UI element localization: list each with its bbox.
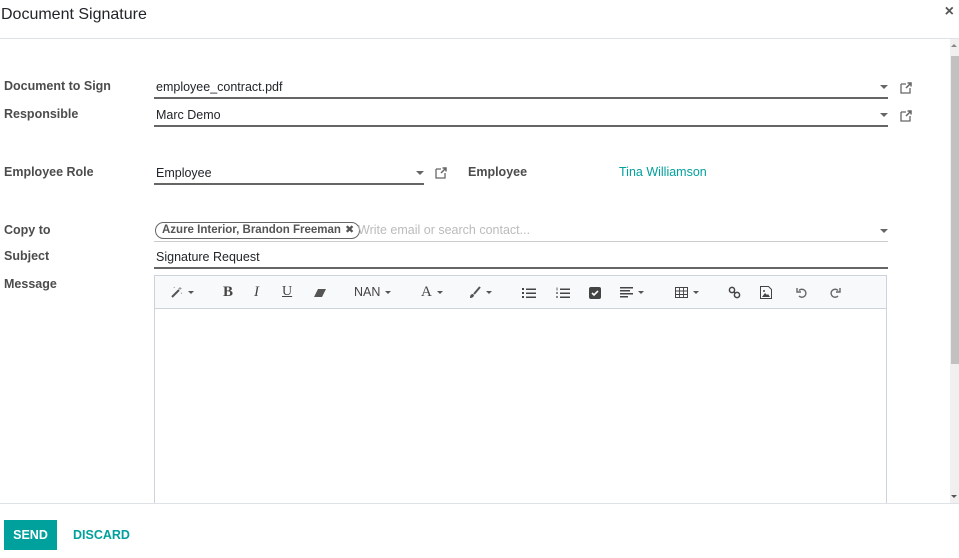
chevron-down-icon[interactable] [880,113,888,117]
list-ul-icon [522,287,536,298]
highlight-dropdown[interactable] [468,284,492,300]
scroll-down-icon[interactable] [951,495,957,498]
external-link-icon[interactable] [434,166,448,180]
message-content[interactable] [155,309,886,503]
close-icon: × [944,3,954,20]
responsible-field[interactable]: Marc Demo [154,105,888,127]
tag-label: Azure Interior, Brandon Freeman [162,224,341,236]
document-to-sign-value: employee_contract.pdf [156,80,283,94]
dialog-header: Document Signature × [0,0,959,39]
document-to-sign-label: Document to Sign [4,79,111,93]
scroll-up-icon[interactable] [951,44,957,47]
redo-button[interactable] [829,284,841,300]
scrollbar-thumb[interactable] [951,56,959,364]
document-to-sign-field[interactable]: employee_contract.pdf [154,77,888,99]
checkbox-icon [589,286,601,299]
send-button[interactable]: SEND [4,520,57,550]
copy-to-tag: Azure Interior, Brandon Freeman ✖ [155,222,361,239]
align-left-icon [620,287,633,298]
list-ol-icon [556,287,570,298]
align-dropdown[interactable] [620,284,644,300]
subject-input[interactable]: Signature Request [154,247,888,269]
italic-button[interactable]: I [254,284,259,300]
chevron-down-icon[interactable] [416,171,424,175]
font-color-dropdown[interactable]: A [421,284,443,300]
image-button[interactable] [760,284,772,300]
image-icon [760,286,772,300]
table-dropdown[interactable] [675,284,699,300]
font-size-dropdown[interactable]: NAN [354,284,392,300]
checklist-button[interactable] [589,284,601,300]
chevron-down-icon[interactable] [880,229,888,233]
redo-icon [830,287,841,298]
eraser-button[interactable] [313,284,327,300]
editor-toolbar: B I U NAN A [155,276,886,309]
dialog-title: Document Signature [1,6,147,23]
scrollbar[interactable] [950,39,959,503]
responsible-label: Responsible [4,107,79,121]
external-link-icon[interactable] [899,81,913,95]
underline-button[interactable]: U [282,284,292,300]
dialog-footer: SEND DISCARD [0,503,959,558]
font-color-icon: A [421,284,432,300]
remove-tag-icon[interactable]: ✖ [345,224,354,236]
message-editor: B I U NAN A [154,275,887,503]
font-size-label: NAN [354,285,381,299]
subject-value: Signature Request [156,250,260,264]
link-icon [728,286,741,299]
bold-button[interactable]: B [223,284,233,300]
chevron-down-icon[interactable] [880,85,888,89]
eraser-icon [314,288,326,297]
employee-label: Employee [468,165,528,179]
undo-button[interactable] [796,284,808,300]
undo-icon [796,287,807,298]
unordered-list-button[interactable] [522,284,536,300]
employee-role-value: Employee [156,166,212,180]
copy-to-label: Copy to [4,223,51,237]
employee-role-field[interactable]: Employee [154,163,424,185]
discard-button[interactable]: DISCARD [73,520,130,550]
message-label: Message [4,277,57,291]
responsible-value: Marc Demo [156,108,221,122]
dialog-body: Document to Sign employee_contract.pdf R… [0,39,959,503]
link-button[interactable] [728,284,741,300]
employee-link[interactable]: Tina Williamson [619,165,707,179]
table-icon [675,287,688,299]
style-button[interactable] [170,284,194,300]
magic-wand-icon [171,286,183,298]
copy-to-input[interactable]: Write email or search contact... [358,223,530,237]
close-button[interactable]: × [945,4,954,20]
subject-label: Subject [4,249,50,263]
external-link-icon[interactable] [899,109,913,123]
employee-role-label: Employee Role [4,165,94,179]
ordered-list-button[interactable] [556,284,570,300]
brush-icon [470,286,481,299]
